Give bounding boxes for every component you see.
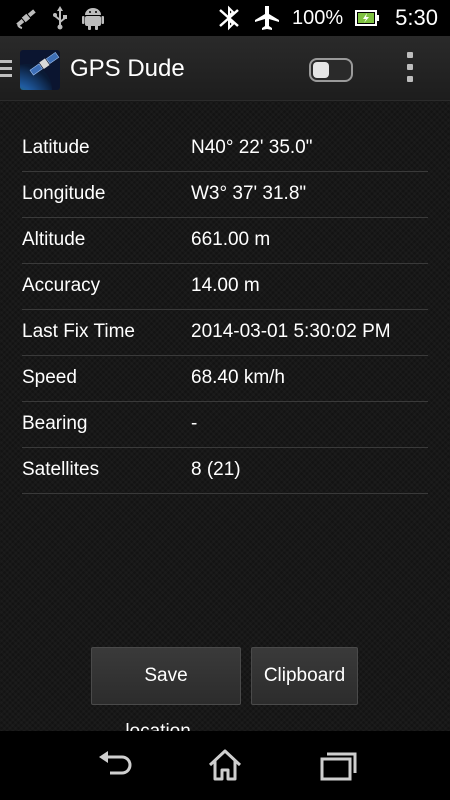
row-label: Satellites [22, 459, 100, 480]
row-value: N40° 22' 35.0" [191, 137, 313, 158]
app-icon[interactable] [20, 50, 60, 90]
back-icon[interactable] [94, 747, 134, 783]
row-value: 8 (21) [191, 459, 241, 480]
info-row-speed: Speed 68.40 km/h [22, 356, 428, 402]
system-icons: 100% 5:30 [216, 0, 438, 36]
main-content: Latitude N40° 22' 35.0" Longitude W3° 37… [0, 101, 450, 742]
row-value: 2014-03-01 5:30:02 PM [191, 321, 391, 342]
satellite-icon [16, 9, 36, 29]
info-row-last-fix-time: Last Fix Time 2014-03-01 5:30:02 PM [22, 310, 428, 356]
app-title: GPS Dude [70, 55, 185, 82]
info-row-accuracy: Accuracy 14.00 m [22, 264, 428, 310]
usb-icon [53, 6, 67, 30]
notification-icons [14, 6, 104, 30]
toggle-knob [313, 62, 329, 78]
info-row-altitude: Altitude 661.00 m [22, 218, 428, 264]
row-value: 14.00 m [191, 275, 260, 296]
gps-info-table: Latitude N40° 22' 35.0" Longitude W3° 37… [22, 126, 428, 494]
android-icon [82, 8, 104, 30]
drawer-icon[interactable] [0, 60, 12, 78]
overflow-menu-icon[interactable] [400, 52, 420, 86]
battery-icon [355, 10, 380, 26]
row-value: - [191, 413, 198, 434]
info-row-satellites: Satellites 8 (21) [22, 448, 428, 494]
info-row-bearing: Bearing - [22, 402, 428, 448]
row-label: Longitude [22, 183, 106, 204]
info-row-latitude: Latitude N40° 22' 35.0" [22, 126, 428, 172]
row-value: 68.40 km/h [191, 367, 285, 388]
home-icon[interactable] [205, 747, 245, 783]
row-value: 661.00 m [191, 229, 271, 250]
status-bar: 100% 5:30 [0, 0, 450, 36]
airplane-mode-icon [255, 6, 280, 30]
recent-apps-icon[interactable] [318, 747, 358, 783]
row-label: Latitude [22, 137, 90, 158]
row-label: Altitude [22, 229, 86, 250]
bluetooth-icon [219, 5, 239, 31]
row-label: Speed [22, 367, 77, 388]
row-label: Accuracy [22, 275, 101, 296]
navigation-bar [0, 731, 450, 800]
row-label: Last Fix Time [22, 321, 135, 342]
info-row-longitude: Longitude W3° 37' 31.8" [22, 172, 428, 218]
button-bar: Save location... Clipboard [91, 647, 358, 742]
toggle-switch[interactable] [309, 58, 353, 82]
row-label: Bearing [22, 413, 88, 434]
clipboard-button[interactable]: Clipboard [251, 647, 358, 705]
battery-percentage: 100% [292, 6, 344, 29]
action-bar: GPS Dude [0, 36, 450, 101]
clock: 5:30 [395, 5, 438, 30]
row-value: W3° 37' 31.8" [191, 183, 307, 204]
save-location-button[interactable]: Save location... [91, 647, 241, 742]
